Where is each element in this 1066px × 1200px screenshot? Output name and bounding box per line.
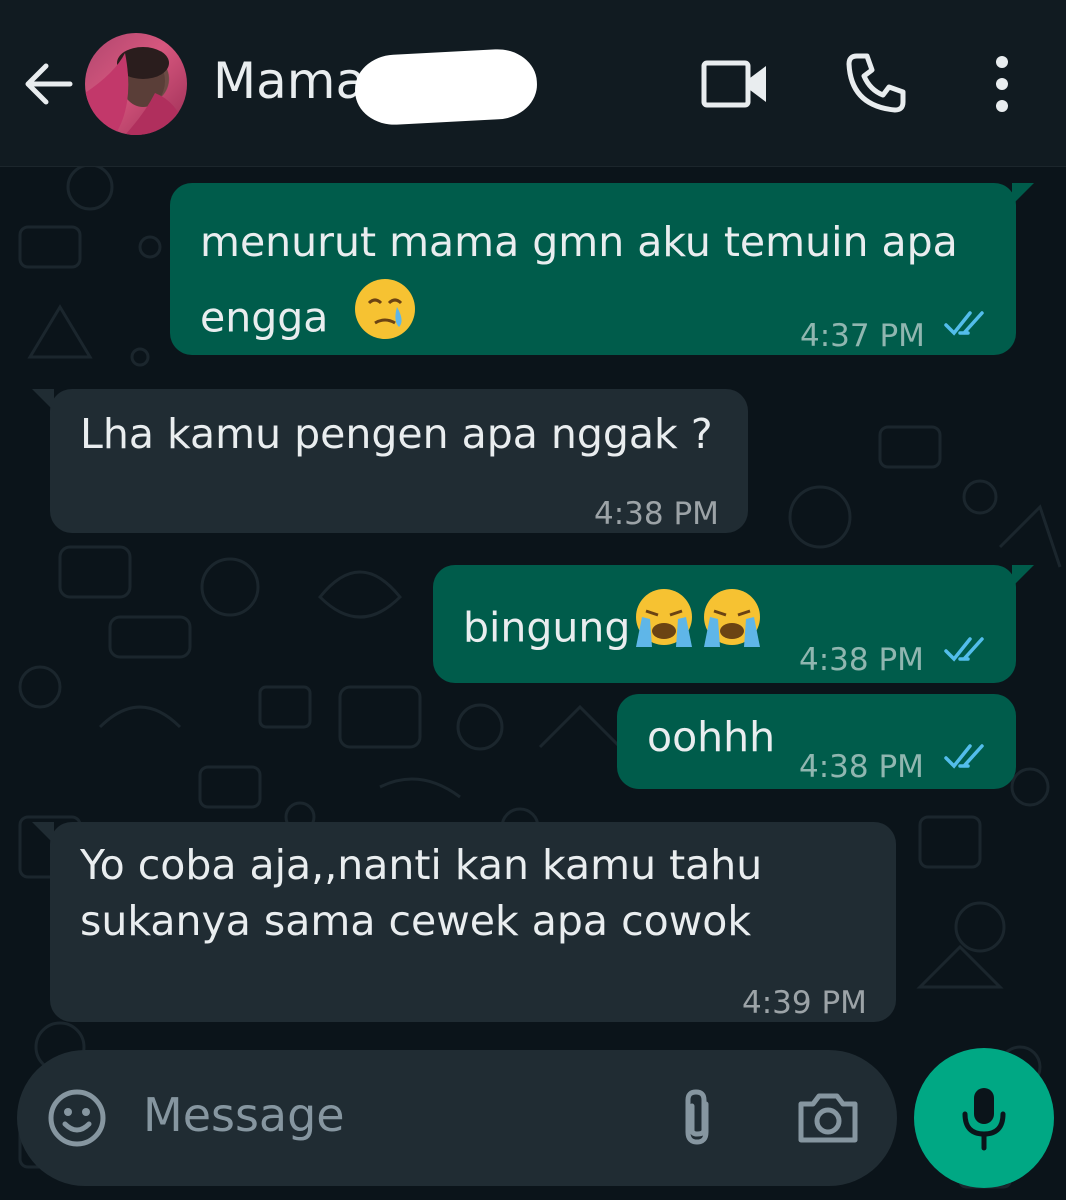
contact-avatar[interactable] — [85, 33, 187, 135]
message-text: engga — [200, 279, 417, 360]
message-timestamp: 4:38 PM — [799, 642, 924, 678]
message-bubble-outgoing[interactable]: menurut mama gmn aku temuin apa engga 4:… — [170, 183, 1034, 355]
camera-button[interactable] — [795, 1090, 861, 1146]
message-timestamp: 4:38 PM — [799, 749, 924, 785]
loudly-crying-face-icon — [698, 587, 766, 666]
message-text: bingung — [463, 589, 766, 670]
phone-icon — [846, 53, 906, 113]
contact-name[interactable]: Mama — [213, 52, 366, 110]
emoji-button[interactable] — [47, 1088, 107, 1148]
video-call-button[interactable] — [700, 54, 770, 114]
microphone-icon — [962, 1088, 1006, 1151]
message-bubble-outgoing[interactable]: bingung 4:38 PM — [433, 565, 1034, 683]
redaction-mark — [353, 47, 539, 127]
video-camera-icon — [701, 60, 766, 108]
message-input[interactable]: Message — [143, 1088, 345, 1142]
attach-button[interactable] — [672, 1086, 722, 1150]
paperclip-icon — [685, 1089, 709, 1145]
back-button[interactable] — [18, 54, 78, 114]
message-timestamp: 4:39 PM — [742, 985, 867, 1021]
message-bubble-outgoing[interactable]: oohhh 4:38 PM — [617, 694, 1016, 789]
double-check-read-icon — [944, 311, 984, 336]
message-text: menurut mama gmn aku temuin apa — [200, 218, 958, 266]
more-options-button[interactable] — [982, 52, 1022, 116]
crying-face-icon — [353, 277, 417, 356]
message-text-line: bingung — [463, 603, 631, 652]
loudly-crying-face-icon — [630, 587, 698, 666]
double-check-read-icon — [944, 744, 984, 769]
message-timestamp: 4:38 PM — [594, 496, 719, 532]
arrow-left-icon — [25, 63, 73, 105]
voice-call-button[interactable] — [843, 50, 909, 116]
message-bubble-incoming[interactable]: Lha kamu pengen apa nggak ? 4:38 PM — [32, 389, 748, 533]
bubble-tail — [1012, 565, 1034, 587]
message-text: Lha kamu pengen apa nggak ? — [80, 410, 713, 458]
message-list[interactable]: menurut mama gmn aku temuin apa engga 4:… — [0, 167, 1066, 1200]
more-vertical-icon — [996, 56, 1008, 112]
voice-message-button[interactable] — [914, 1048, 1054, 1188]
message-text: sukanya sama cewek apa cowok — [80, 897, 752, 945]
avatar-photo — [85, 47, 187, 135]
message-timestamp: 4:37 PM — [800, 318, 925, 354]
chat-header: Mama — [0, 0, 1066, 167]
camera-icon — [798, 1093, 858, 1143]
bubble-tail — [32, 822, 54, 844]
message-text-line: engga — [200, 293, 329, 342]
double-check-read-icon — [944, 637, 984, 662]
message-text: oohhh — [647, 713, 776, 761]
message-bubble-incoming[interactable]: Yo coba aja,,nanti kan kamu tahu sukanya… — [32, 822, 896, 1022]
bubble-tail — [1012, 183, 1034, 205]
chat-screen: Mama menurut mama gmn aku temuin apa eng… — [0, 0, 1066, 1200]
emoji-smile-icon — [48, 1089, 106, 1147]
bubble-tail — [32, 389, 54, 411]
message-composer[interactable]: Message — [17, 1050, 897, 1186]
message-text: Yo coba aja,,nanti kan kamu tahu — [80, 841, 763, 889]
